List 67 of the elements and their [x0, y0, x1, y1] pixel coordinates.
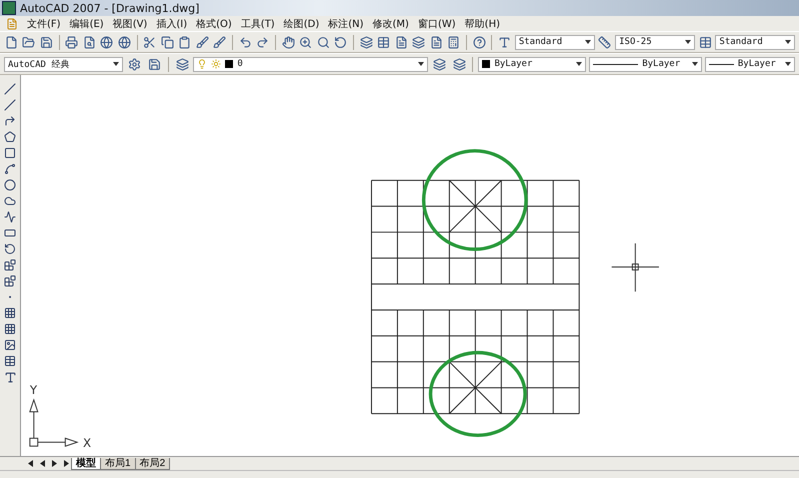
layers-icon[interactable] [450, 56, 468, 72]
menu-item[interactable]: 格式(O) [196, 16, 232, 30]
block-icon[interactable] [2, 273, 18, 289]
layout-tab[interactable]: 布局2 [134, 458, 170, 470]
clipboard-icon[interactable] [178, 34, 192, 50]
text-style-dropdown[interactable]: Standard [514, 34, 595, 50]
layers-icon[interactable] [431, 56, 448, 72]
menu-item[interactable]: 文件(F) [27, 16, 61, 30]
ucs-axis-icon [29, 398, 79, 447]
calculator-icon[interactable] [446, 34, 462, 50]
linetype-dropdown[interactable]: ByLayer [589, 56, 702, 72]
menu-item[interactable]: 修改(M) [372, 16, 409, 30]
layout-tab[interactable]: 模型 [71, 458, 101, 470]
table-style-dropdown[interactable]: Standard [715, 34, 796, 50]
dimension-style-dropdown[interactable]: ISO-25 [615, 34, 695, 50]
spline-icon[interactable] [2, 209, 18, 225]
window-title: AutoCAD 2007 - [Drawing1.dwg] [20, 2, 200, 14]
brush-icon[interactable] [195, 34, 210, 50]
globe-icon[interactable] [100, 34, 114, 50]
block-icon[interactable] [2, 257, 18, 273]
sun-icon [211, 59, 222, 69]
line-icon[interactable] [2, 81, 18, 97]
document-icon[interactable] [394, 34, 408, 50]
axis-label: Y [30, 382, 38, 397]
color-dropdown[interactable]: ByLayer [478, 56, 586, 72]
layers-icon[interactable] [411, 34, 426, 50]
new-file-icon[interactable] [4, 34, 19, 50]
ellipse-arc-icon[interactable] [2, 241, 18, 257]
axis-label: X [83, 436, 92, 450]
arc-icon[interactable] [2, 161, 18, 177]
circle-icon[interactable] [2, 177, 18, 193]
lineweight-dropdown[interactable]: ByLayer [704, 56, 796, 72]
menu-item[interactable]: 编辑(E) [70, 16, 104, 30]
layout-tab[interactable]: 布局1 [100, 458, 136, 470]
color-swatch [225, 60, 234, 68]
menu-item[interactable]: 插入(I) [156, 16, 188, 30]
layer-dropdown[interactable]: 0 [193, 56, 428, 72]
menu-item[interactable]: 工具(T) [240, 16, 275, 30]
hand-icon[interactable] [280, 34, 296, 50]
table-icon[interactable] [2, 353, 18, 369]
menu-item[interactable]: 帮助(H) [464, 16, 500, 30]
menu-item[interactable]: 窗口(W) [418, 16, 456, 30]
layers-icon[interactable] [358, 34, 374, 50]
preview-icon[interactable] [82, 34, 97, 50]
brush-icon[interactable] [212, 34, 228, 50]
region-icon[interactable] [2, 337, 18, 353]
document-icon [6, 18, 18, 30]
rectangle-icon[interactable] [2, 145, 18, 161]
gradient-icon[interactable] [2, 321, 18, 337]
pentagon-icon[interactable] [2, 129, 18, 145]
crosshair-cursor [611, 242, 660, 292]
app-icon [2, 1, 16, 15]
help-icon[interactable] [472, 34, 486, 50]
dimension-style-icon[interactable] [598, 34, 612, 50]
printer-icon[interactable] [64, 34, 79, 50]
menu-item[interactable]: 绘图(D) [284, 16, 320, 30]
lightbulb-icon [197, 59, 208, 69]
layers-icon[interactable] [174, 56, 190, 72]
menu-item[interactable]: 标注(N) [328, 16, 364, 30]
color-swatch [482, 60, 490, 68]
document-icon[interactable] [428, 34, 444, 50]
hatch-icon[interactable] [2, 305, 18, 321]
copy-icon[interactable] [160, 34, 174, 50]
menu-item[interactable]: 视图(V) [112, 16, 148, 30]
workspace-dropdown[interactable]: AutoCAD 经典 [4, 56, 124, 72]
line-icon[interactable] [2, 97, 18, 113]
globe-icon[interactable] [117, 34, 132, 50]
